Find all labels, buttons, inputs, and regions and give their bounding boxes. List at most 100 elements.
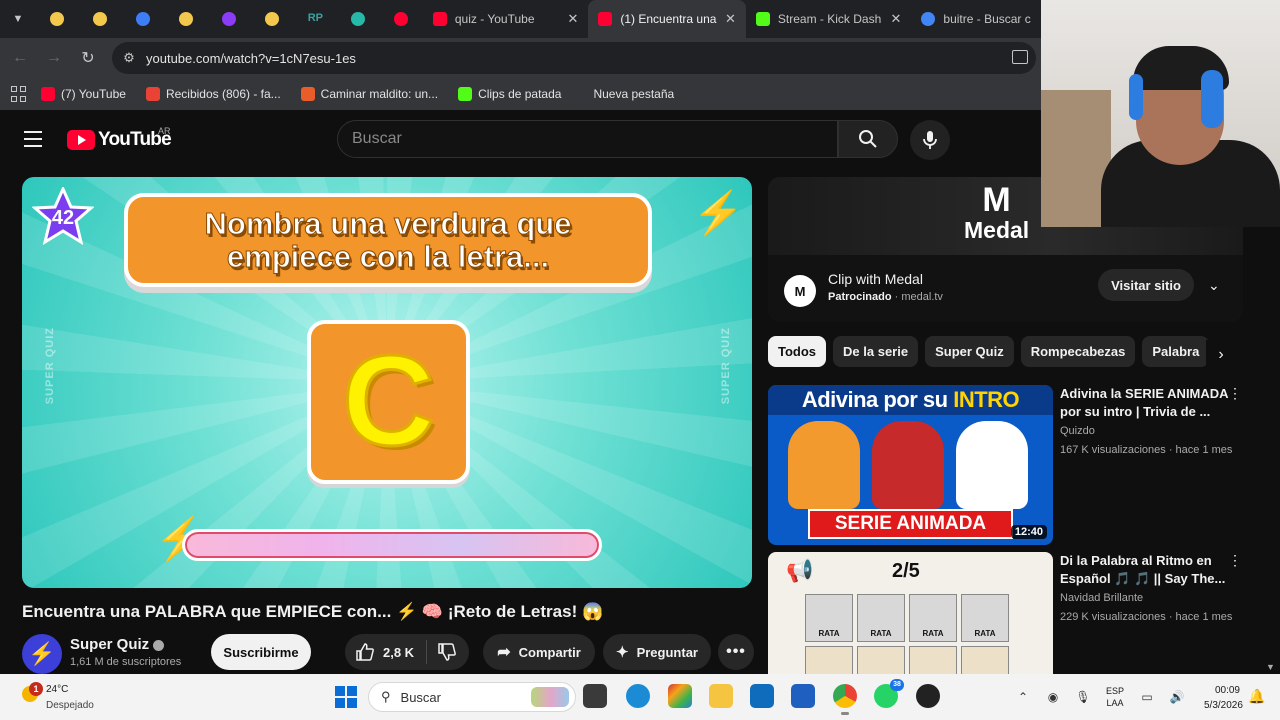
- visit-site-button[interactable]: Visitar sitio: [1098, 269, 1194, 301]
- chevron-up-icon[interactable]: ⌃: [1014, 688, 1032, 706]
- search-input[interactable]: [352, 130, 837, 148]
- scroll-down-arrow[interactable]: ▼: [1266, 662, 1275, 672]
- chip-de-la-serie[interactable]: De la serie: [833, 336, 919, 367]
- recommendation-title[interactable]: Di la Palabra al Ritmo en Español 🎵 🎵 ||…: [1060, 552, 1235, 588]
- subscribe-button[interactable]: Suscribirme: [211, 634, 311, 670]
- chip-super-quiz[interactable]: Super Quiz: [925, 336, 1014, 367]
- more-vertical-icon[interactable]: ⋮: [1228, 385, 1242, 402]
- tab-label: buitre - Buscar con: [943, 12, 1031, 26]
- pinned-tab[interactable]: [337, 0, 380, 38]
- more-horizontal-icon: •••: [726, 643, 746, 660]
- grid-cell: [805, 646, 853, 674]
- bookmark-gmail[interactable]: Recibidos (806) - fa...: [145, 87, 281, 101]
- pinned-tab[interactable]: [208, 0, 251, 38]
- forward-button[interactable]: →: [37, 41, 71, 75]
- notification-bell-icon[interactable]: 🔔: [1248, 688, 1265, 705]
- channel-avatar[interactable]: ⚡: [22, 634, 62, 674]
- close-icon[interactable]: ✕: [567, 11, 578, 27]
- dislike-button[interactable]: [427, 634, 467, 670]
- recommendation-title[interactable]: Adivina la SERIE ANIMADA por su intro | …: [1060, 385, 1235, 421]
- channel-name[interactable]: Super Quiz: [70, 636, 165, 653]
- windows-start-icon[interactable]: [335, 686, 357, 708]
- voice-search-button[interactable]: [910, 120, 950, 160]
- whatsapp-icon[interactable]: 38: [874, 679, 904, 708]
- pinned-tab[interactable]: [122, 0, 165, 38]
- display-icon[interactable]: ▭: [1138, 688, 1156, 706]
- pinned-tab-icon: [93, 12, 108, 26]
- pinned-tab[interactable]: [380, 0, 423, 38]
- more-vertical-icon[interactable]: ⋮: [1228, 552, 1242, 569]
- store-icon[interactable]: [791, 684, 815, 708]
- youtube-icon: [41, 87, 55, 101]
- recommendation-item[interactable]: Adivina por su INTRO SERIE ANIMADA 12:40…: [768, 385, 1258, 545]
- recommendation-channel[interactable]: Quizdo: [1060, 425, 1095, 437]
- edge-icon[interactable]: [626, 684, 650, 708]
- video-thumbnail[interactable]: 2/5 📢 RATA RATA RATA RATA: [768, 552, 1053, 674]
- chip-palabra[interactable]: Palabra: [1142, 336, 1210, 367]
- system-tray: ⌃ ◉ 🎙 ESP LAA ▭ 🔊: [1008, 674, 1192, 720]
- chrome-icon[interactable]: [833, 684, 857, 715]
- obs-icon[interactable]: [916, 684, 940, 708]
- pinned-tab[interactable]: RP: [294, 0, 337, 38]
- reload-button[interactable]: ↻: [71, 41, 105, 75]
- clock[interactable]: 00:09 5/3/2026: [1204, 683, 1243, 713]
- close-icon[interactable]: ✕: [890, 11, 901, 27]
- search-button[interactable]: [838, 120, 898, 158]
- pinned-tab[interactable]: [251, 0, 294, 38]
- outlook-icon[interactable]: [750, 684, 774, 708]
- tab-search-button[interactable]: ▼: [0, 0, 36, 38]
- bookmark-new-tab[interactable]: Nueva pestaña: [593, 87, 674, 101]
- cast-icon[interactable]: [1012, 50, 1028, 64]
- chevron-down-icon[interactable]: ⌄: [1208, 277, 1220, 294]
- tab-encuentra-active[interactable]: (1) Encuentra una P ✕: [588, 0, 746, 38]
- taskbar-search[interactable]: ⚲ Buscar: [368, 682, 576, 712]
- recommendation-item[interactable]: 2/5 📢 RATA RATA RATA RATA Di la Palabra …: [768, 552, 1258, 674]
- bookmark-label: Nueva pestaña: [593, 87, 675, 101]
- recommendation-channel[interactable]: Navidad Brillante: [1060, 592, 1143, 604]
- more-actions-button[interactable]: •••: [718, 634, 754, 670]
- chip-todos[interactable]: Todos: [768, 336, 827, 367]
- bookmark-youtube[interactable]: (7) YouTube: [41, 87, 126, 101]
- back-button[interactable]: ←: [3, 41, 37, 75]
- youtube-logo[interactable]: YouTube: [67, 129, 172, 151]
- share-button[interactable]: ➦ Compartir: [483, 634, 595, 670]
- apps-grid-icon[interactable]: [11, 86, 27, 102]
- cell-label: RATA: [922, 629, 944, 638]
- headphone-icon: [1201, 70, 1223, 128]
- pinned-tab[interactable]: [79, 0, 122, 38]
- tab-google-search[interactable]: buitre - Buscar con: [911, 0, 1041, 38]
- pinned-tab[interactable]: [165, 0, 208, 38]
- search-box: [337, 120, 838, 158]
- youtube-icon: [432, 12, 447, 26]
- bookmark-caminar[interactable]: Caminar maldito: un...: [300, 87, 438, 101]
- video-thumbnail[interactable]: Adivina por su INTRO SERIE ANIMADA 12:40: [768, 385, 1053, 545]
- address-bar[interactable]: ⚙ youtube.com/watch?v=1cN7esu-1es: [112, 42, 1036, 74]
- task-view-icon[interactable]: [583, 684, 607, 708]
- browser-tab-strip: ▼ RP quiz - YouTube ✕ (1) Encuentra una …: [0, 0, 1041, 38]
- thumbnail-progress-text: 2/5: [892, 560, 920, 582]
- menu-icon[interactable]: [24, 131, 42, 147]
- ask-button[interactable]: ✦ Preguntar: [603, 634, 711, 670]
- file-explorer-icon[interactable]: [709, 684, 733, 708]
- pinned-tab-icon: [265, 12, 280, 26]
- volume-icon[interactable]: 🔊: [1168, 688, 1186, 706]
- video-player[interactable]: 42 Nombra una verdura que empiece con la…: [22, 177, 752, 588]
- question-prompt: Nombra una verdura que empiece con la le…: [204, 206, 572, 274]
- taskbar-search-label: Buscar: [400, 689, 441, 705]
- gmail-icon: [145, 87, 160, 101]
- app-tray-icon[interactable]: ◉: [1044, 688, 1062, 706]
- microsoft365-icon[interactable]: [668, 684, 692, 708]
- language-indicator[interactable]: ESP LAA: [1106, 685, 1124, 709]
- site-info-icon[interactable]: ⚙: [112, 50, 146, 66]
- close-icon[interactable]: ✕: [725, 11, 736, 27]
- chip-rompecabezas[interactable]: Rompecabezas: [1020, 336, 1136, 367]
- microphone-icon[interactable]: 🎙: [1074, 688, 1092, 706]
- bookmark-kick-clips[interactable]: Clips de patada: [458, 87, 561, 101]
- tab-kick-stream[interactable]: Stream - Kick Dash ✕: [746, 0, 912, 38]
- tab-quiz-youtube[interactable]: quiz - YouTube ✕: [423, 0, 589, 38]
- like-button[interactable]: 2,8 K: [345, 634, 426, 670]
- chevron-right-icon[interactable]: ›: [1206, 340, 1236, 370]
- lightning-icon: ⚡: [692, 189, 745, 236]
- question-banner: Nombra una verdura que empiece con la le…: [124, 193, 652, 287]
- pinned-tab[interactable]: [36, 0, 79, 38]
